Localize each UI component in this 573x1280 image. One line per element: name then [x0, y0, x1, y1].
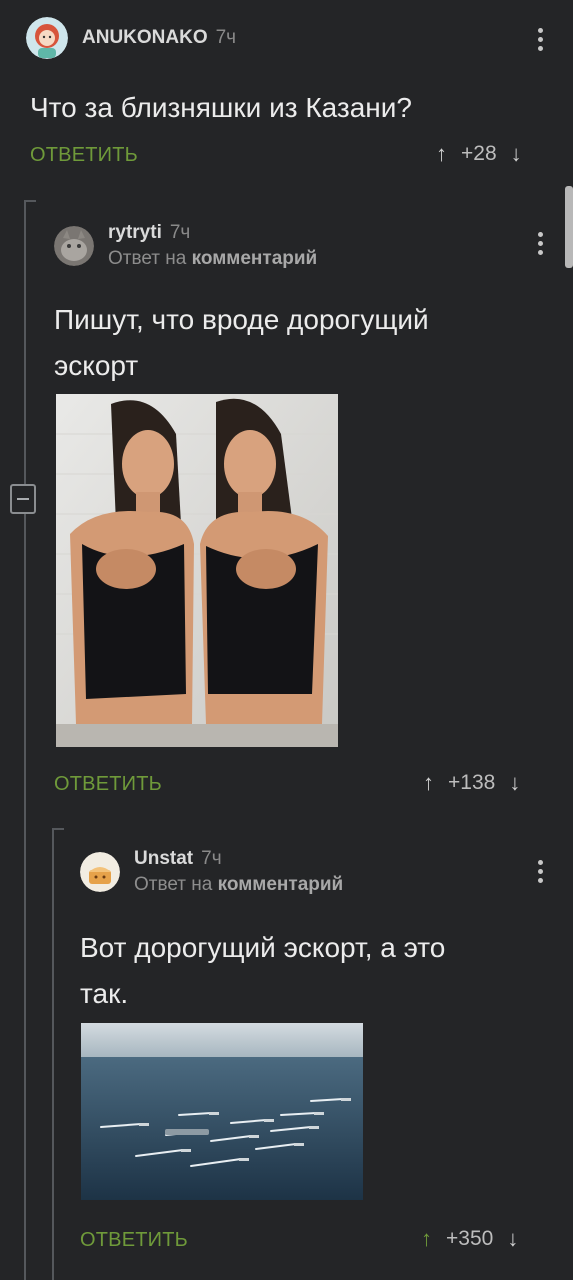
minus-box-icon[interactable] — [10, 484, 36, 514]
kebab-menu-icon[interactable] — [537, 860, 543, 883]
timestamp: 7ч — [201, 848, 222, 869]
reply-button[interactable]: ОТВЕТИТЬ — [54, 773, 162, 796]
vote-controls: ↑ +350 ↓ — [421, 1227, 518, 1251]
reply-to-line: Ответ на комментарий — [108, 248, 317, 270]
avatar[interactable] — [26, 17, 68, 59]
arrow-down-icon[interactable]: ↓ — [507, 1228, 518, 1250]
reply-to-line: Ответ на комментарий — [134, 874, 343, 896]
comment-thread-page: ANUKONAKO 7ч Что за близняшки из Казани?… — [0, 0, 573, 1280]
username[interactable]: ANUKONAKO — [82, 27, 208, 49]
reply-to-link[interactable]: комментарий — [218, 874, 344, 895]
comment-image-photo[interactable] — [81, 1023, 363, 1200]
arrow-up-icon[interactable]: ↑ — [436, 143, 447, 165]
avatar[interactable] — [54, 226, 94, 266]
thread-line-branch — [54, 828, 64, 830]
vote-controls: ↑ +28 ↓ — [436, 142, 522, 166]
reply-to-prefix: Ответ на — [134, 874, 213, 895]
comment-text-line: Вот дорогущий эскорт, а это — [80, 932, 446, 963]
arrow-down-icon[interactable]: ↓ — [511, 143, 522, 165]
vote-controls: ↑ +138 ↓ — [423, 771, 520, 795]
thread-line — [52, 828, 54, 1280]
scrollbar[interactable] — [565, 186, 573, 268]
reply-to-prefix: Ответ на — [108, 248, 187, 269]
reply-to-link[interactable]: комментарий — [192, 248, 318, 269]
comment-text: Пишут, что вроде дорогущий эскорт — [54, 297, 429, 389]
username[interactable]: rytryti — [108, 222, 162, 244]
timestamp: 7ч — [215, 27, 237, 48]
score: +28 — [461, 142, 497, 165]
arrow-up-icon[interactable]: ↑ — [421, 1228, 432, 1250]
reply-button[interactable]: ОТВЕТИТЬ — [80, 1229, 188, 1252]
avatar[interactable] — [80, 852, 120, 892]
kebab-menu-icon[interactable] — [537, 28, 543, 51]
comment-text: Вот дорогущий эскорт, а это так. — [80, 925, 445, 1017]
comment-3-header: Unstat 7ч Ответ на комментарий — [80, 848, 343, 896]
score: +138 — [448, 771, 496, 794]
comment-1-header: ANUKONAKO 7ч — [26, 17, 236, 59]
comment-text-line: так. — [80, 978, 129, 1009]
score: +350 — [446, 1227, 494, 1250]
comment-2-header: rytryti 7ч Ответ на комментарий — [54, 222, 317, 270]
thread-line-branch — [26, 200, 36, 202]
thread-line — [24, 200, 26, 1280]
timestamp: 7ч — [169, 222, 191, 243]
comment-text-line: эскорт — [54, 350, 139, 381]
comment-text: Что за близняшки из Казани? — [30, 92, 412, 123]
username[interactable]: Unstat — [134, 848, 193, 870]
arrow-up-icon[interactable]: ↑ — [423, 772, 434, 794]
arrow-down-icon[interactable]: ↓ — [509, 772, 520, 794]
comment-image-photo[interactable] — [56, 394, 338, 747]
reply-button[interactable]: ОТВЕТИТЬ — [30, 144, 138, 167]
kebab-menu-icon[interactable] — [537, 232, 543, 255]
comment-text-line: Пишут, что вроде дорогущий — [54, 304, 429, 335]
